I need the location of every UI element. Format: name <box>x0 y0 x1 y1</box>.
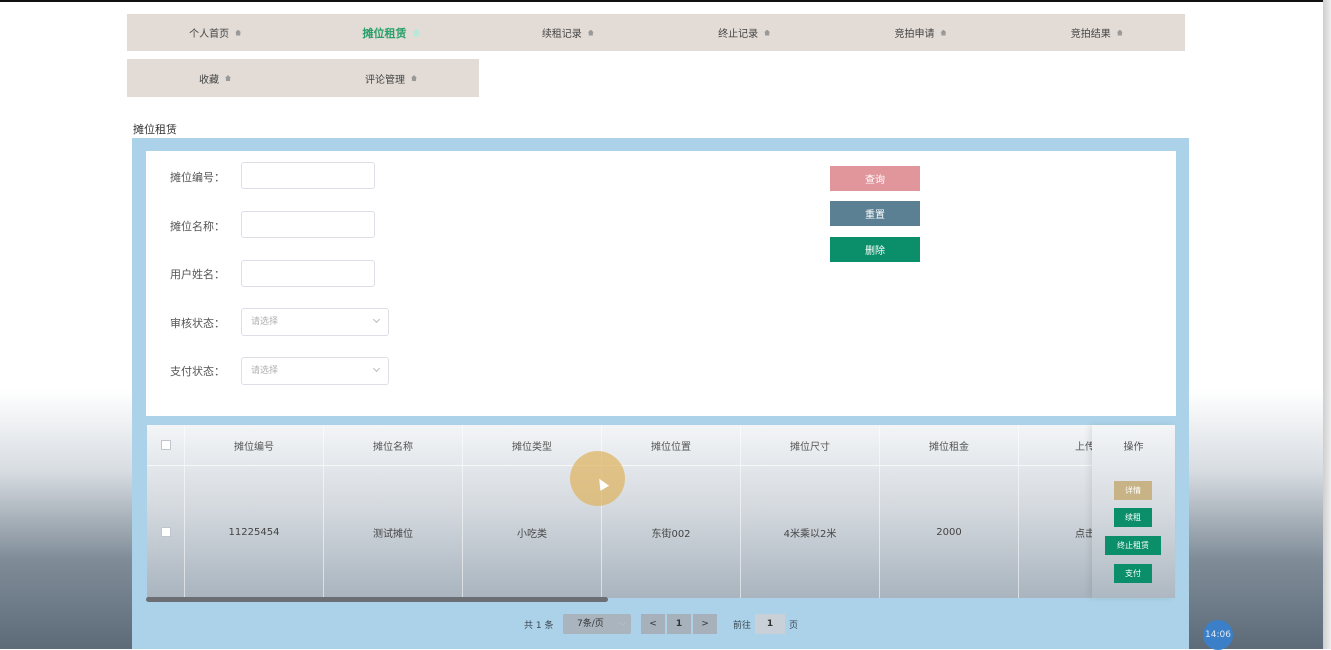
window-right-edge <box>1323 0 1331 649</box>
column-header: 摊位租金 <box>880 425 1019 466</box>
prev-page-button[interactable]: < <box>641 614 665 634</box>
audit-status-select[interactable]: 请选择 <box>241 308 389 336</box>
top-border <box>0 0 1331 2</box>
operations-column: 操作 详情 续租 终止租赁 支付 <box>1092 425 1175 598</box>
pay-button[interactable]: 支付 <box>1114 564 1152 583</box>
select-placeholder: 请选择 <box>251 317 279 327</box>
delete-button[interactable]: 删除 <box>830 237 920 262</box>
goto-label: 前往 <box>733 620 752 631</box>
home-icon <box>940 29 947 36</box>
cell-stall-no: 11225454 <box>185 466 324 598</box>
stall-name-label: 摊位名称： <box>170 220 225 233</box>
home-icon <box>764 29 771 36</box>
select-all-checkbox[interactable] <box>160 440 171 450</box>
cell-stall-name: 测试摊位 <box>324 466 463 598</box>
user-name-input[interactable] <box>241 260 375 287</box>
column-header: 摊位尺寸 <box>741 425 880 466</box>
table-horizontal-scrollbar[interactable] <box>146 597 608 602</box>
chevron-down-icon <box>372 364 381 373</box>
nav-label: 竞拍结果 <box>1070 29 1111 40</box>
operations-header: 操作 <box>1123 442 1144 453</box>
page-title: 摊位租赁 <box>133 123 177 136</box>
nav-label: 摊位租赁 <box>362 26 407 40</box>
nav-label: 评论管理 <box>365 74 405 86</box>
nav-item-auction-results[interactable]: 竞拍结果 <box>1009 14 1185 51</box>
clock-badge: 14:06 <box>1203 620 1233 650</box>
goto-page-input[interactable]: 1 <box>755 614 785 634</box>
next-page-button[interactable]: > <box>693 614 717 634</box>
audit-status-label: 审核状态： <box>170 317 225 330</box>
nav-item-home[interactable]: 个人首页 <box>127 14 303 51</box>
pagination-total: 共 1 条 <box>524 620 554 631</box>
current-page-button[interactable]: 1 <box>667 614 691 634</box>
chevron-down-icon <box>372 315 381 324</box>
page-size-select[interactable]: 7条/页 <box>563 614 631 634</box>
home-icon <box>235 29 242 36</box>
column-header: 摊位编号 <box>185 425 324 466</box>
stall-name-input[interactable] <box>241 211 375 238</box>
column-header: 摊位位置 <box>602 425 741 466</box>
query-button[interactable]: 查询 <box>830 166 920 191</box>
nav-item-termination-records[interactable]: 终止记录 <box>656 14 832 51</box>
home-icon <box>411 75 417 81</box>
select-placeholder: 请选择 <box>251 366 279 376</box>
cell-stall-size: 4米乘以2米 <box>741 466 880 598</box>
row-checkbox[interactable] <box>160 527 171 537</box>
pay-status-select[interactable]: 请选择 <box>241 357 389 385</box>
page-suffix: 页 <box>789 620 799 631</box>
nav-label: 收藏 <box>199 74 219 86</box>
nav-label: 终止记录 <box>718 29 759 40</box>
nav-item-favorites[interactable]: 收藏 <box>127 59 303 97</box>
pay-status-label: 支付状态： <box>170 365 225 378</box>
row-checkbox-cell <box>147 466 185 598</box>
terminate-rental-button[interactable]: 终止租赁 <box>1105 536 1161 555</box>
page-size-value: 7条/页 <box>577 619 604 629</box>
nav-item-stall-rental[interactable]: 摊位租赁 <box>303 14 479 51</box>
nav-item-renewal-records[interactable]: 续租记录 <box>480 14 656 51</box>
column-header: 摊位名称 <box>324 425 463 466</box>
secondary-navigation: 收藏 评论管理 <box>127 59 479 97</box>
home-icon <box>587 29 594 36</box>
detail-button[interactable]: 详情 <box>1114 481 1152 500</box>
renew-button[interactable]: 续租 <box>1114 508 1152 527</box>
chevron-down-icon <box>618 618 627 627</box>
home-icon <box>225 75 231 81</box>
home-icon <box>1116 29 1123 36</box>
header-checkbox-cell <box>147 425 185 466</box>
stall-no-label: 摊位编号： <box>170 171 225 184</box>
nav-label: 个人首页 <box>189 29 230 40</box>
nav-label: 续租记录 <box>541 29 582 40</box>
user-name-label: 用户姓名： <box>170 268 225 281</box>
home-icon <box>412 28 421 37</box>
reset-button[interactable]: 重置 <box>830 201 920 226</box>
stall-no-input[interactable] <box>241 162 375 189</box>
top-navigation: 个人首页 摊位租赁 续租记录 终止记录 竞拍申请 竞拍结果 <box>127 14 1185 51</box>
cell-stall-rent: 2000 <box>880 466 1019 598</box>
nav-label: 竞拍申请 <box>894 29 935 40</box>
stall-table: 摊位编号 摊位名称 摊位类型 摊位位置 摊位尺寸 摊位租金 上传 1122545… <box>147 425 1175 598</box>
nav-item-auction-application[interactable]: 竞拍申请 <box>832 14 1008 51</box>
nav-item-comment-management[interactable]: 评论管理 <box>303 59 479 97</box>
